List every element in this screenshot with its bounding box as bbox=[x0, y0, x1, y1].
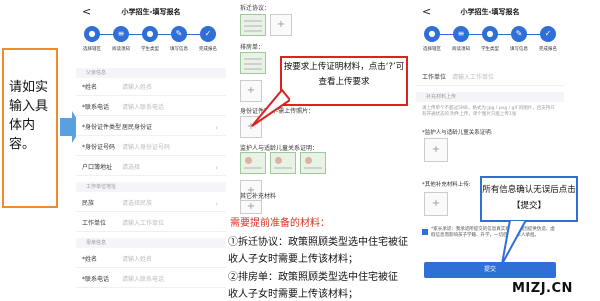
read-icon: ≡ bbox=[113, 26, 129, 42]
section-father: 父亲信息 bbox=[76, 68, 226, 78]
arrow-right-icon bbox=[60, 118, 72, 136]
step-3: ● 学生类型 bbox=[476, 22, 504, 52]
chevron-right-icon: › bbox=[215, 124, 218, 132]
sample-thumbnail bbox=[240, 152, 266, 174]
step-2: ≡ 阅读须知 bbox=[107, 22, 135, 52]
label-demolition: 拆迁协议： bbox=[240, 5, 271, 12]
sample-thumbnail bbox=[240, 52, 266, 74]
step-2: ≡ 阅读须知 bbox=[447, 22, 475, 52]
upload-plus-icon[interactable]: + bbox=[240, 200, 262, 214]
right-phone-screen: < 小学招生-填写报名 ● 选择辖区 ≡ 阅读须知 ● 学生类型 ✎ 填写信息 ✓ 完成报… bbox=[416, 0, 564, 290]
form-row[interactable]: *身份证件类型 居民身份证 › bbox=[76, 120, 226, 136]
form-row[interactable]: *联系电话 请输入联系电话 bbox=[76, 272, 226, 288]
upload-plus-icon[interactable]: + bbox=[270, 14, 292, 36]
watermark: MIZJ.CN bbox=[512, 281, 573, 296]
upload-panel: 拆迁协议： + 排房单： + 身份证件照片-需上传照片： + 监护人与适龄儿童关… bbox=[226, 0, 416, 301]
left-phone-screen: < 小学招生-填写报名 ● 选择辖区 ≡ 阅读须知 ● 学生类型 ✎ 填写信息 ✓ 完成报… bbox=[76, 0, 226, 301]
edit-icon: ✎ bbox=[171, 26, 187, 42]
step-1: ● 选择辖区 bbox=[418, 22, 446, 52]
other-upload-label: *其他补充材料上传: bbox=[422, 182, 471, 188]
step-5: ✓ 完成报名 bbox=[194, 22, 222, 52]
promise-checkbox[interactable] bbox=[422, 229, 428, 235]
upload-plus-icon[interactable]: + bbox=[424, 138, 448, 162]
upload-hint: 请上传单个不超过5MB，格式为:jpg / png / gif 的图片，且支持只… bbox=[422, 106, 555, 117]
section-work: 工作单位地址 bbox=[76, 182, 226, 192]
upload-plus-icon[interactable]: + bbox=[424, 192, 448, 216]
student-icon: ● bbox=[482, 26, 498, 42]
complete-icon: ✓ bbox=[540, 26, 556, 42]
step-3: ● 学生类型 bbox=[136, 22, 164, 52]
tutorial-screenshot: 请如实输入具体内容。 < 小学招生-填写报名 ● 选择辖区 ≡ 阅读须知 ● 学生类型… bbox=[0, 0, 600, 301]
submit-callout: 所有信息确认无误后点击【提交】 bbox=[480, 176, 578, 222]
top-bar: < 小学招生-填写报名 bbox=[416, 0, 564, 22]
section-upload: 补充材料上传 bbox=[416, 92, 564, 102]
form-row[interactable]: 民族 请选择民族 › bbox=[76, 196, 226, 212]
step-4: ✎ 填写信息 bbox=[165, 22, 193, 52]
sample-thumbnail bbox=[240, 14, 266, 36]
materials-item: 收人子女时需要上传该材料； bbox=[228, 289, 358, 300]
complete-icon: ✓ bbox=[200, 26, 216, 42]
location-icon: ● bbox=[424, 26, 440, 42]
step-indicator: ● 选择辖区 ≡ 阅读须知 ● 学生类型 ✎ 填写信息 ✓ 完成报名 bbox=[416, 22, 564, 60]
step-indicator: ● 选择辖区 ≡ 阅读须知 ● 学生类型 ✎ 填写信息 ✓ 完成报名 bbox=[76, 22, 226, 60]
chevron-right-icon: › bbox=[215, 200, 218, 208]
location-icon: ● bbox=[84, 26, 100, 42]
materials-item: ②排房单：政策照顾类型选中住宅被征 bbox=[228, 272, 398, 283]
step-4: ✎ 填写信息 bbox=[505, 22, 533, 52]
label-housing: 排房单： bbox=[240, 44, 265, 51]
sample-thumbnail bbox=[270, 152, 296, 174]
guardian-upload-label: *监护人与适龄儿童关系证明: bbox=[422, 130, 493, 136]
materials-item: 收人子女时需要上传该材料； bbox=[228, 254, 358, 265]
step-5: ✓ 完成报名 bbox=[534, 22, 562, 52]
form-row[interactable]: 工作单位 请输入工作单位 bbox=[416, 70, 564, 86]
form-row[interactable]: *姓名 请输入姓名 bbox=[76, 252, 226, 268]
callout-text: 按要求上传证明材料，点击‘?’可查看上传要求 bbox=[283, 62, 405, 87]
read-icon: ≡ bbox=[453, 26, 469, 42]
form-row[interactable]: 户口簿地址 请选择 › bbox=[76, 160, 226, 176]
section-mother: 母亲信息 bbox=[76, 238, 226, 248]
form-row[interactable]: 工作单位 请输入工作单位 bbox=[76, 216, 226, 232]
page-title: 小学招生-填写报名 bbox=[121, 8, 181, 16]
materials-title: 需要提前准备的材料： bbox=[230, 218, 330, 229]
instruction-box: 请如实输入具体内容。 bbox=[2, 48, 58, 208]
label-other: 其它补充材料 bbox=[240, 193, 277, 200]
instruction-text: 请如实输入具体内容。 bbox=[9, 80, 49, 152]
callout-pointer bbox=[501, 220, 528, 265]
page-title: 小学招生-填写报名 bbox=[460, 8, 520, 16]
chevron-right-icon: › bbox=[215, 164, 218, 172]
sample-thumbnail bbox=[300, 152, 326, 174]
callout-pointer bbox=[251, 88, 290, 127]
callout-text: 所有信息确认无误后点击【提交】 bbox=[482, 185, 576, 211]
edit-icon: ✎ bbox=[511, 26, 527, 42]
form-row[interactable]: *姓名 请输入姓名 bbox=[76, 80, 226, 96]
top-bar: < 小学招生-填写报名 bbox=[76, 0, 226, 22]
materials-item: ①拆迁协议：政策照顾类型选中住宅被征 bbox=[228, 237, 408, 248]
student-icon: ● bbox=[142, 26, 158, 42]
form-row[interactable]: *联系电话 请输入联系电话 bbox=[76, 100, 226, 116]
form-row[interactable]: *身份证号码 请输入身份证号码 bbox=[76, 140, 226, 156]
label-guardian: 监护人与适龄儿童关系证明： bbox=[240, 145, 319, 152]
step-1: ● 选择辖区 bbox=[78, 22, 106, 52]
upload-callout: 按要求上传证明材料，点击‘?’可查看上传要求 bbox=[280, 56, 408, 106]
